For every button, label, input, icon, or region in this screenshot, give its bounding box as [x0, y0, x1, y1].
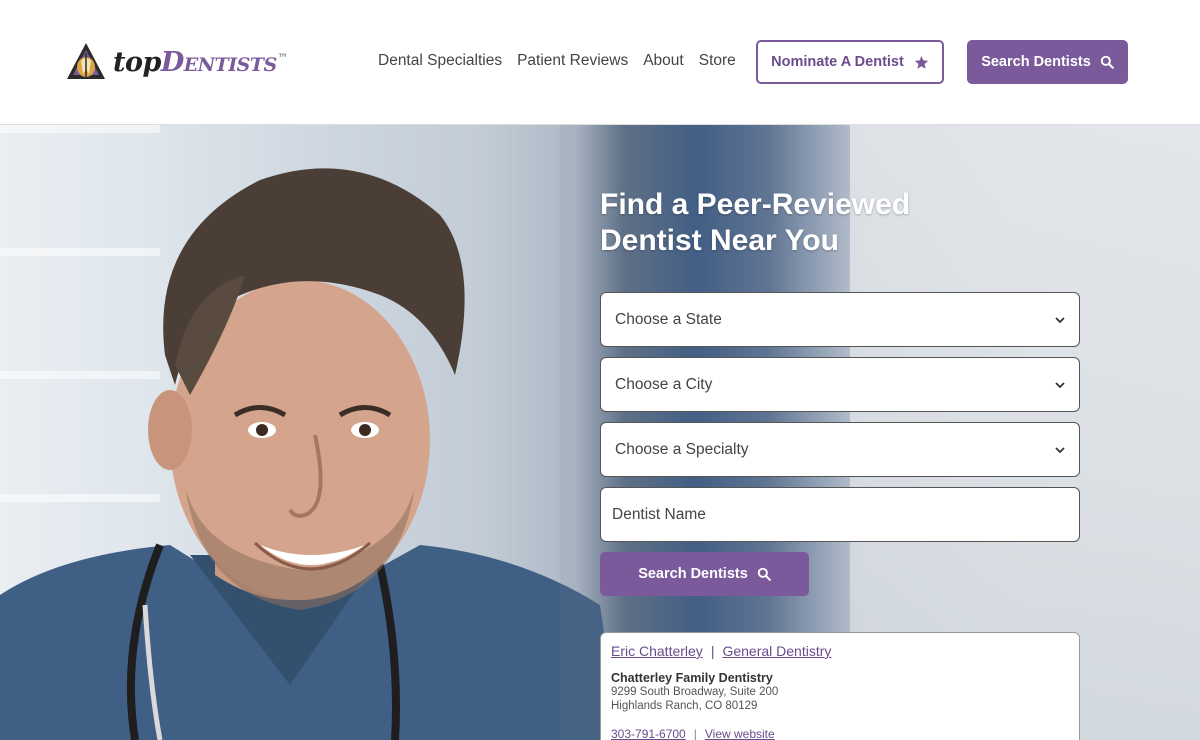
logo-wordmark: top Dentists ™: [113, 46, 288, 78]
nominate-label: Nominate A Dentist: [771, 54, 904, 70]
dentist-result-card: Eric Chatterley | General Dentistry Chatte…: [600, 632, 1080, 740]
dentist-name-link[interactable]: Eric Chatterley: [611, 643, 703, 659]
header-search-label: Search Dentists: [981, 54, 1091, 70]
dentist-name-input[interactable]: Dentist Name: [600, 487, 1080, 542]
specialty-select-value: Choose a Specialty: [615, 440, 749, 458]
specialty-select[interactable]: Choose a Specialty: [600, 422, 1080, 477]
search-icon: [757, 567, 771, 581]
city-select[interactable]: Choose a City: [600, 357, 1080, 412]
city-select-value: Choose a City: [615, 375, 713, 393]
logo-trademark: ™: [277, 52, 288, 64]
chevron-down-icon: [1055, 381, 1065, 388]
hero-title: Find a Peer-Reviewed Dentist Near You: [600, 187, 960, 259]
logo-prefix: top: [113, 46, 161, 78]
hero-section: Find a Peer-Reviewed Dentist Near You Ch…: [0, 125, 1200, 740]
top-dentists-logo[interactable]: top Dentists ™: [65, 40, 288, 84]
dentist-specialty-link[interactable]: General Dentistry: [722, 643, 831, 659]
search-dentists-button[interactable]: Search Dentists: [600, 552, 809, 596]
logo-brand: Dentists: [160, 46, 277, 78]
practice-name: Chatterley Family Dentistry: [611, 671, 773, 685]
nav-patient-reviews[interactable]: Patient Reviews: [517, 52, 628, 70]
chevron-down-icon: [1055, 316, 1065, 323]
main-nav: Dental Specialties Patient Reviews About…: [378, 52, 736, 70]
address-line-2: Highlands Ranch, CO 80129: [611, 700, 758, 712]
dentist-name-placeholder: Dentist Name: [612, 505, 706, 523]
site-header: top Dentists ™ Dental Specialties Patient …: [0, 0, 1200, 125]
link-separator: |: [710, 643, 715, 659]
state-select-value: Choose a State: [615, 310, 722, 328]
search-icon: [1100, 55, 1114, 69]
header-search-dentists-button[interactable]: Search Dentists: [967, 40, 1128, 84]
hero-dentist-photo: [0, 168, 620, 740]
hero-title-line2: Dentist Near You: [600, 224, 839, 257]
star-icon: [914, 55, 929, 69]
hero-title-line1: Find a Peer-Reviewed: [600, 188, 911, 221]
nav-store[interactable]: Store: [699, 52, 736, 70]
dentist-header-links: Eric Chatterley | General Dentistry: [611, 643, 1069, 659]
nav-dental-specialties[interactable]: Dental Specialties: [378, 52, 502, 70]
nominate-dentist-button[interactable]: Nominate A Dentist: [756, 40, 944, 84]
search-dentists-label: Search Dentists: [638, 566, 748, 582]
logo-emblem-icon: [67, 43, 105, 79]
phone-link[interactable]: 303-791-6700: [611, 727, 686, 740]
address-line-1: 9299 South Broadway, Suite 200: [611, 686, 779, 698]
view-website-link[interactable]: View website: [705, 727, 775, 740]
contact-separator: |: [693, 727, 697, 740]
chevron-down-icon: [1055, 446, 1065, 453]
state-select[interactable]: Choose a State: [600, 292, 1080, 347]
nav-about[interactable]: About: [643, 52, 684, 70]
contact-row: 303-791-6700 | View website: [611, 727, 1069, 740]
